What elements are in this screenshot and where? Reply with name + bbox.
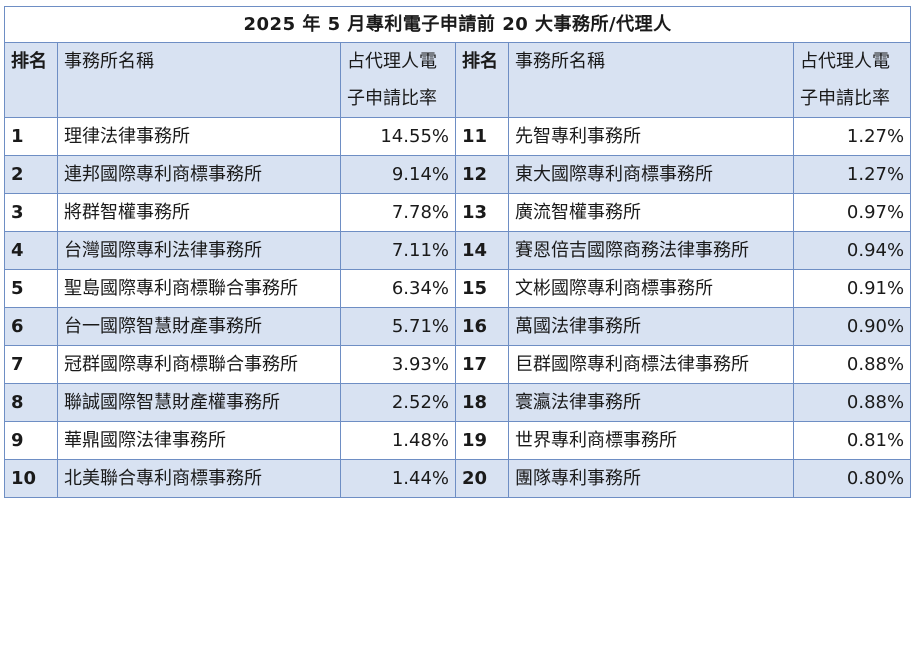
table-row: 7冠群國際專利商標聯合事務所3.93%17巨群國際專利商標法律事務所0.88% [5, 346, 911, 384]
percent-left: 1.44% [341, 460, 456, 498]
table-row: 3將群智權事務所7.78%13廣流智權事務所0.97% [5, 194, 911, 232]
firm-right: 東大國際專利商標事務所 [509, 156, 794, 194]
percent-right: 0.97% [794, 194, 911, 232]
percent-left: 3.93% [341, 346, 456, 384]
rank-left: 1 [5, 118, 58, 156]
firm-left: 連邦國際專利商標事務所 [58, 156, 341, 194]
firm-left: 聯誠國際智慧財產權事務所 [58, 384, 341, 422]
rank-right: 17 [456, 346, 509, 384]
percent-left: 7.78% [341, 194, 456, 232]
header-rank-left: 排名 [5, 43, 58, 118]
rank-right: 19 [456, 422, 509, 460]
rank-right: 11 [456, 118, 509, 156]
percent-left: 9.14% [341, 156, 456, 194]
percent-right: 0.94% [794, 232, 911, 270]
table-row: 6台一國際智慧財產事務所5.71%16萬國法律事務所0.90% [5, 308, 911, 346]
table-row: 10北美聯合專利商標事務所1.44%20團隊專利事務所0.80% [5, 460, 911, 498]
percent-left: 14.55% [341, 118, 456, 156]
header-share-right: 占代理人電子申請比率 [794, 43, 911, 118]
rank-right: 18 [456, 384, 509, 422]
firm-right: 團隊專利事務所 [509, 460, 794, 498]
rank-right: 15 [456, 270, 509, 308]
table-row: 5聖島國際專利商標聯合事務所6.34%15文彬國際專利商標事務所0.91% [5, 270, 911, 308]
rank-left: 9 [5, 422, 58, 460]
ranking-table-container: 2025 年 5 月專利電子申請前 20 大事務所/代理人 排名 事務所名稱 占… [4, 6, 910, 498]
ranking-table: 2025 年 5 月專利電子申請前 20 大事務所/代理人 排名 事務所名稱 占… [4, 6, 911, 498]
firm-right: 文彬國際專利商標事務所 [509, 270, 794, 308]
firm-left: 華鼎國際法律事務所 [58, 422, 341, 460]
table-title: 2025 年 5 月專利電子申請前 20 大事務所/代理人 [5, 7, 911, 43]
rank-left: 4 [5, 232, 58, 270]
rank-left: 5 [5, 270, 58, 308]
firm-left: 冠群國際專利商標聯合事務所 [58, 346, 341, 384]
header-firm-left: 事務所名稱 [58, 43, 341, 118]
rank-left: 3 [5, 194, 58, 232]
table-row: 8聯誠國際智慧財產權事務所2.52%18寰瀛法律事務所0.88% [5, 384, 911, 422]
firm-left: 理律法律事務所 [58, 118, 341, 156]
firm-left: 北美聯合專利商標事務所 [58, 460, 341, 498]
firm-right: 賽恩倍吉國際商務法律事務所 [509, 232, 794, 270]
percent-right: 0.88% [794, 346, 911, 384]
firm-right: 巨群國際專利商標法律事務所 [509, 346, 794, 384]
firm-right: 寰瀛法律事務所 [509, 384, 794, 422]
header-share-left: 占代理人電子申請比率 [341, 43, 456, 118]
table-row: 4台灣國際專利法律事務所7.11%14賽恩倍吉國際商務法律事務所0.94% [5, 232, 911, 270]
rank-right: 13 [456, 194, 509, 232]
percent-right: 0.91% [794, 270, 911, 308]
percent-right: 1.27% [794, 156, 911, 194]
firm-left: 台灣國際專利法律事務所 [58, 232, 341, 270]
rank-right: 12 [456, 156, 509, 194]
rank-left: 2 [5, 156, 58, 194]
percent-left: 6.34% [341, 270, 456, 308]
rank-left: 8 [5, 384, 58, 422]
percent-left: 2.52% [341, 384, 456, 422]
percent-left: 1.48% [341, 422, 456, 460]
table-row: 1理律法律事務所14.55%11先智專利事務所1.27% [5, 118, 911, 156]
percent-right: 0.88% [794, 384, 911, 422]
firm-right: 先智專利事務所 [509, 118, 794, 156]
header-row: 排名 事務所名稱 占代理人電子申請比率 排名 事務所名稱 占代理人電子申請比率 [5, 43, 911, 118]
percent-left: 5.71% [341, 308, 456, 346]
table-row: 2連邦國際專利商標事務所9.14%12東大國際專利商標事務所1.27% [5, 156, 911, 194]
percent-right: 0.90% [794, 308, 911, 346]
firm-left: 將群智權事務所 [58, 194, 341, 232]
rank-right: 16 [456, 308, 509, 346]
firm-right: 世界專利商標事務所 [509, 422, 794, 460]
rank-right: 20 [456, 460, 509, 498]
header-rank-right: 排名 [456, 43, 509, 118]
firm-left: 台一國際智慧財產事務所 [58, 308, 341, 346]
rank-left: 6 [5, 308, 58, 346]
percent-left: 7.11% [341, 232, 456, 270]
rank-left: 10 [5, 460, 58, 498]
rank-right: 14 [456, 232, 509, 270]
percent-right: 0.80% [794, 460, 911, 498]
percent-right: 1.27% [794, 118, 911, 156]
firm-left: 聖島國際專利商標聯合事務所 [58, 270, 341, 308]
rank-left: 7 [5, 346, 58, 384]
header-firm-right: 事務所名稱 [509, 43, 794, 118]
percent-right: 0.81% [794, 422, 911, 460]
firm-right: 萬國法律事務所 [509, 308, 794, 346]
table-row: 9華鼎國際法律事務所1.48%19世界專利商標事務所0.81% [5, 422, 911, 460]
firm-right: 廣流智權事務所 [509, 194, 794, 232]
